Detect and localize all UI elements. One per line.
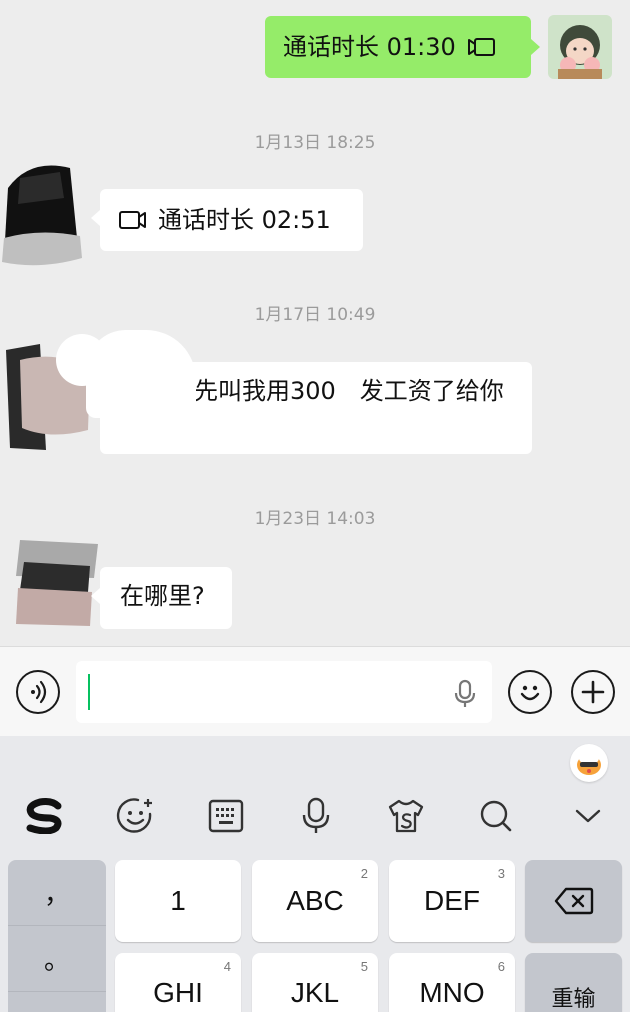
key-label: DEF [424,885,480,916]
chat-area: 通话时长 01:30 1月13日 18:25 通话时长 02:51 1月17日 … [0,0,630,646]
timestamp: 1月23日 14:03 [254,509,376,529]
key-label: MNO [419,977,485,1008]
contact-avatar[interactable] [0,330,100,454]
voice-icon[interactable] [294,794,338,838]
key-number: 3 [497,866,505,881]
text-caret [88,674,90,710]
key-label: JKL [290,977,340,1008]
skin-icon[interactable] [384,794,428,838]
message-bubble-incoming[interactable]: 在哪里? [100,567,232,629]
contact-avatar[interactable] [0,158,86,270]
input-bar [0,646,630,736]
key-1[interactable]: 1 [115,860,241,942]
message-input[interactable] [76,661,492,723]
key-number: 5 [360,959,368,974]
key-ghi[interactable]: GHI 4 [115,953,241,1012]
key-label: ABC [286,885,344,916]
message-bubble-incoming[interactable]: 通话时长 02:51 [100,189,363,251]
search-icon[interactable] [474,794,518,838]
microphone-icon[interactable] [454,679,476,709]
bubble-tail [531,39,540,55]
video-call-icon [467,38,495,56]
reinput-key[interactable]: 重输 [525,953,622,1012]
voice-input-icon[interactable] [16,670,60,714]
backspace-key[interactable] [525,860,622,942]
my-avatar[interactable] [548,15,612,79]
question-key[interactable]: ? [8,992,106,1012]
bubble-tail [91,588,100,604]
key-mno[interactable]: MNO 6 [389,953,515,1012]
key-number: 2 [360,866,368,881]
key-number: 6 [497,959,505,974]
key-label: GHI [153,977,203,1008]
message-bubble-outgoing[interactable]: 通话时长 01:30 [265,16,531,78]
redaction-blur [86,330,196,418]
contact-avatar[interactable] [10,532,102,628]
keyboard-icon[interactable] [204,794,248,838]
emoji-icon[interactable] [508,670,552,714]
comma-key[interactable]: ， [8,860,106,926]
message-text: 通话时长 01:30 [283,33,456,61]
emoji-icon[interactable] [114,794,158,838]
key-label: 1 [170,885,186,916]
backspace-icon [554,887,593,915]
key-number: 4 [223,959,231,974]
key-def[interactable]: DEF 3 [389,860,515,942]
key-jkl[interactable]: JKL 5 [252,953,378,1012]
bubble-tail [91,210,100,226]
add-icon[interactable] [571,670,615,714]
punctuation-column[interactable]: ， 。 ? [8,860,106,1012]
timestamp: 1月13日 18:25 [254,133,376,153]
reinput-label: 重输 [551,986,596,1011]
key-abc[interactable]: ABC 2 [252,860,378,942]
sogou-logo-icon[interactable] [22,794,66,838]
video-call-icon [119,211,146,229]
period-key[interactable]: 。 [8,926,106,992]
collapse-icon[interactable] [566,794,610,838]
timestamp: 1月17日 10:49 [254,305,376,325]
keyboard-mascot-icon[interactable] [570,744,608,782]
message-text: 在哪里? [120,582,205,610]
message-text: 通话时长 02:51 [158,206,331,234]
